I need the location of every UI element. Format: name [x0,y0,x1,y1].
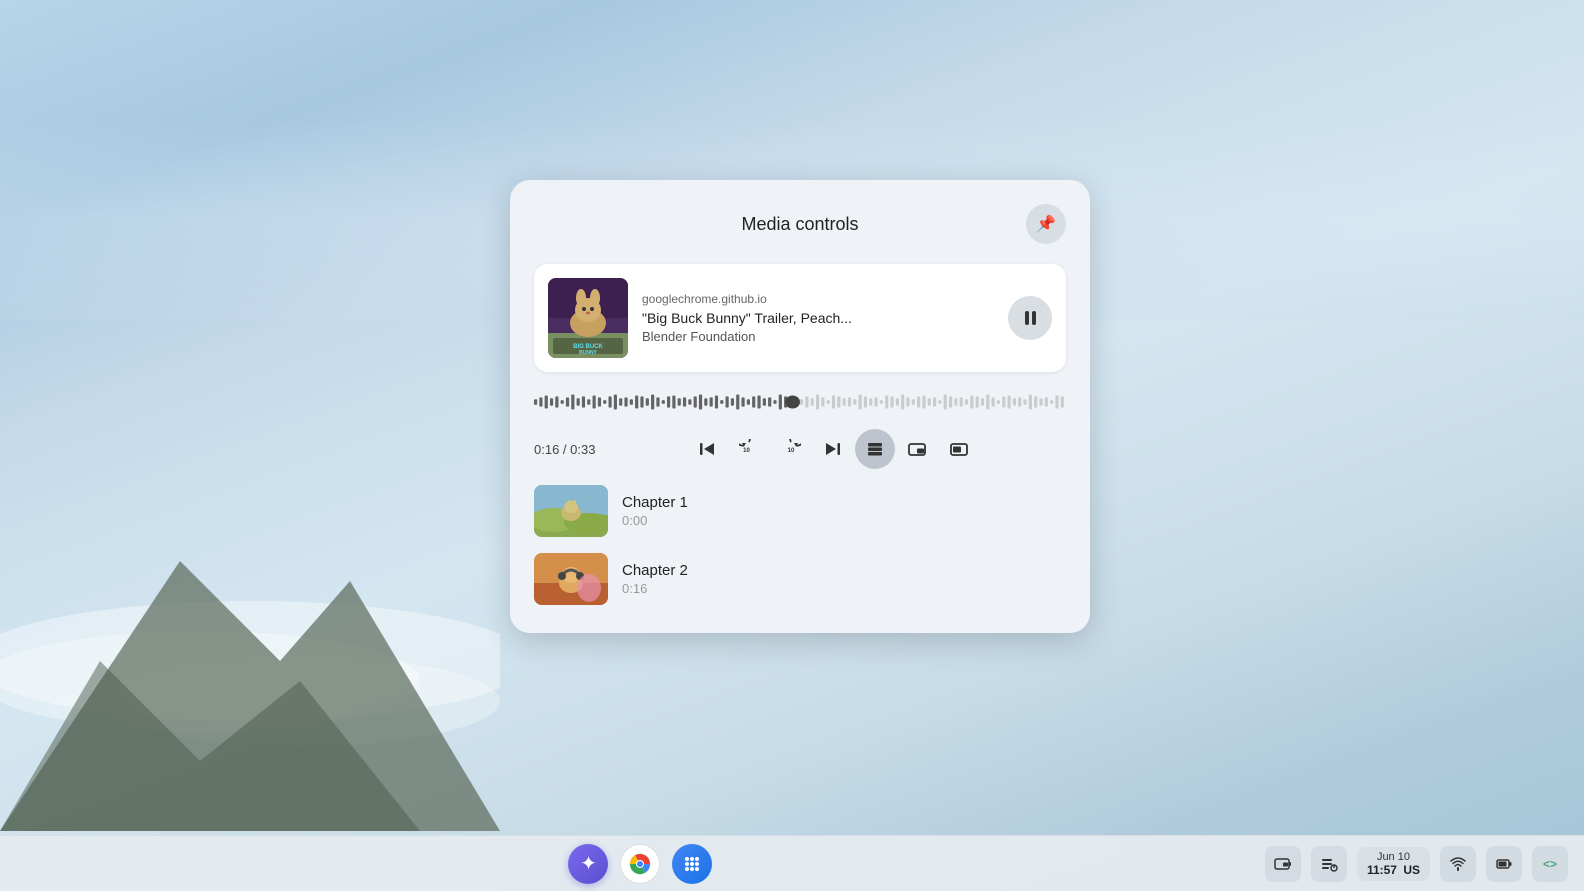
chapter-2-item[interactable]: Chapter 2 0:16 [534,549,1066,609]
mountain-silhouette [0,481,500,831]
panel-header: Media controls 📌 [534,204,1066,244]
panel-title: Media controls [574,214,1026,235]
waveform-container[interactable] [534,388,1066,421]
bbb-poster: BIG BUCK BUNNY [548,278,628,358]
chapter-2-info: Chapter 2 0:16 [622,562,1066,596]
forward-10-icon: 10 [781,439,801,459]
app-grid-button[interactable] [672,844,712,884]
pip-icon [908,440,926,458]
controls-container: 0:16 / 0:33 10 [534,429,1066,469]
playlist-button[interactable] [1311,846,1347,882]
wifi-icon [1450,856,1466,872]
media-artist: Blender Foundation [642,329,994,344]
chapters-icon [866,440,884,458]
battery-button[interactable] [1486,846,1522,882]
date-text: Jun 10 [1377,851,1410,863]
time-text: 11:57 US [1367,863,1420,877]
taskbar-center: ✦ [568,844,712,884]
forward-10-button[interactable]: 10 [771,429,811,469]
chapter-1-thumbnail [534,485,608,537]
progress-section: 0:16 / 0:33 10 [534,388,1066,469]
taskbar-right: Jun 10 11:57 US <> [1265,846,1568,882]
chapter-1-time: 0:00 [622,513,1066,528]
code-icon: <> [1543,857,1557,871]
chapter-1-item[interactable]: Chapter 1 0:00 [534,481,1066,541]
playback-controls: 10 10 [599,429,1066,469]
skip-back-button[interactable] [687,429,727,469]
taskbar: ✦ [0,835,1584,891]
media-source: googlechrome.github.io [642,292,994,306]
app-grid-icon [682,854,702,874]
chapter-list: Chapter 1 0:00 [534,481,1066,609]
dev-tools-button[interactable]: <> [1532,846,1568,882]
chapter-1-thumb-svg [534,485,608,537]
skip-next-icon [824,440,842,458]
chapter-2-name: Chapter 2 [622,562,1066,579]
fullscreen-icon [950,440,968,458]
chapter-2-thumb-svg [534,553,608,605]
pause-icon [1025,311,1036,325]
rewind-10-icon: 10 [739,439,759,459]
wifi-button[interactable] [1440,846,1476,882]
media-info: googlechrome.github.io "Big Buck Bunny" … [642,292,994,344]
media-controls-sys-button[interactable] [1265,846,1301,882]
chrome-button[interactable] [620,844,660,884]
media-name: "Big Buck Bunny" Trailer, Peach... [642,310,994,326]
chrome-icon [628,852,652,876]
svg-text:BUNNY: BUNNY [579,350,597,356]
chapters-button[interactable] [855,429,895,469]
pin-button[interactable]: 📌 [1026,204,1066,244]
waveform-svg[interactable] [534,388,1066,416]
skip-back-icon [698,440,716,458]
pin-icon: 📌 [1036,214,1056,234]
svg-text:10: 10 [787,448,794,454]
media-card: BIG BUCK BUNNY googlechrome.github.io "B… [534,264,1066,372]
rewind-10-button[interactable]: 10 [729,429,769,469]
bbb-poster-svg: BIG BUCK BUNNY [548,278,628,358]
time-value: 11:57 [1367,863,1397,877]
chapter-1-info: Chapter 1 0:00 [622,494,1066,528]
svg-text:10: 10 [743,448,750,454]
pip-button[interactable] [897,429,937,469]
skip-next-button[interactable] [813,429,853,469]
locale-text: US [1403,863,1420,877]
fullscreen-button[interactable] [939,429,979,469]
date-time-display[interactable]: Jun 10 11:57 US [1357,847,1430,881]
pause-button[interactable] [1008,296,1052,340]
playlist-icon [1320,855,1338,873]
media-sys-icon [1274,855,1292,873]
chapter-1-name: Chapter 1 [622,494,1066,511]
chapter-2-thumbnail [534,553,608,605]
media-controls-panel: Media controls 📌 [510,180,1090,633]
media-thumbnail: BIG BUCK BUNNY [548,278,628,358]
battery-icon [1496,856,1512,872]
chapter-2-time: 0:16 [622,581,1066,596]
time-display: 0:16 / 0:33 [534,442,595,457]
launcher-button[interactable]: ✦ [568,844,608,884]
launcher-icon: ✦ [580,851,597,876]
